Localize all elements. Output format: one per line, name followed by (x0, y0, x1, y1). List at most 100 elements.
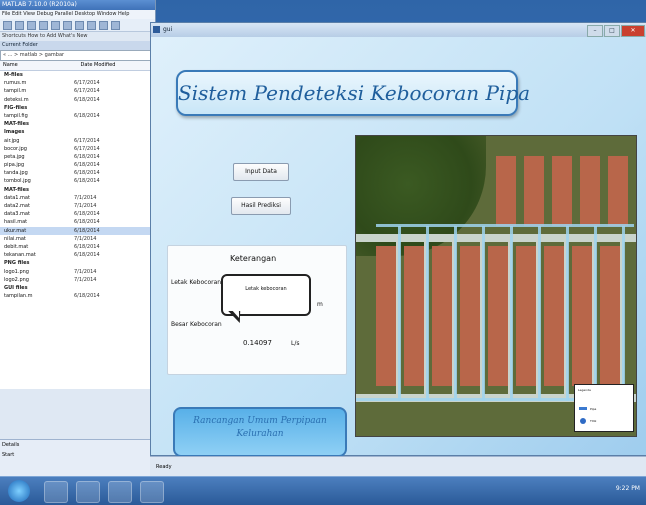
file-row[interactable]: ukur.mat 6/18/2014 (0, 226, 155, 235)
house-block (376, 246, 396, 386)
close-icon[interactable]: ✕ (621, 25, 645, 37)
file-row[interactable]: hasil.mat 6/18/2014 (0, 218, 155, 226)
column-name[interactable]: Name (0, 61, 78, 70)
pipe-network-map: Legenda Pipa Titik (355, 135, 637, 437)
letak-unit-label: m (317, 301, 323, 308)
file-row[interactable]: tampil.m 6/17/2014 (0, 87, 155, 95)
file-name: deteksi.m (4, 96, 29, 103)
file-name: tampilan.m (4, 293, 33, 300)
file-row[interactable]: data3.mat 6/18/2014 (0, 210, 155, 218)
pipe-line (538, 226, 541, 401)
pipe-line (510, 226, 513, 401)
file-row[interactable]: logo2.png 7/1/2014 (0, 276, 155, 284)
file-list-header: Name Date Modified (0, 61, 155, 71)
besar-kebocoran-value: 0.14097 (243, 339, 272, 347)
minimize-icon[interactable]: – (587, 25, 603, 37)
file-group-header[interactable]: GUI files (0, 284, 155, 292)
house-block (572, 246, 592, 386)
file-group-header[interactable]: FIG-files (0, 104, 155, 112)
file-row[interactable]: debit.mat 6/18/2014 (0, 243, 155, 251)
ide-title: MATLAB 7.10.0 (R2010a) (0, 0, 155, 10)
file-group-header[interactable]: Images (0, 128, 155, 136)
file-date: 6/18/2014 (74, 170, 100, 177)
file-name: bocor.jpg (4, 145, 27, 152)
pipe-line (594, 226, 597, 401)
explorer-taskbar-icon[interactable] (44, 481, 68, 503)
file-row[interactable]: data2.mat 7/1/2014 (0, 202, 155, 210)
shortcuts-bar[interactable]: Shortcuts How to Add What's New (0, 32, 155, 41)
file-row[interactable]: data1.mat 7/1/2014 (0, 194, 155, 202)
input-data-button[interactable]: Input Data (233, 163, 289, 181)
taskbar: 9:22 PM (0, 476, 646, 505)
file-row[interactable]: air.jpg 6/17/2014 (0, 137, 155, 145)
house-block (432, 246, 452, 386)
gui-window: gui – □ ✕ Sistem Pendeteksi Kebocoran Pi… (150, 22, 646, 457)
browser-taskbar-icon[interactable] (76, 481, 100, 503)
house-block (524, 156, 544, 226)
new-file-icon[interactable] (3, 20, 12, 30)
status-bar: Ready (150, 456, 646, 477)
pipe-line (454, 226, 457, 401)
file-name: debit.mat (4, 243, 29, 250)
file-row[interactable]: peta.jpg 6/18/2014 (0, 153, 155, 161)
cut-icon[interactable] (27, 20, 36, 30)
file-date: 6/18/2014 (74, 243, 100, 250)
file-date: 6/18/2014 (74, 96, 100, 103)
folder-address-bar[interactable]: « ... > matlab > gambar (0, 50, 155, 61)
file-group-header[interactable]: M-files (0, 71, 155, 79)
house-block (404, 246, 424, 386)
file-row[interactable]: tombol.jpg 6/18/2014 (0, 177, 155, 185)
file-name: data2.mat (4, 203, 30, 209)
gui-title: gui (163, 26, 173, 33)
pipe-line (482, 226, 485, 401)
matlab-taskbar-icon[interactable] (108, 481, 132, 503)
clock[interactable]: 9:22 PM (616, 485, 640, 492)
open-file-icon[interactable] (15, 20, 24, 30)
file-name: logo1.png (4, 268, 29, 275)
ide-menubar[interactable]: File Edit View Debug Parallel Desktop Wi… (0, 10, 155, 19)
figure-taskbar-icon[interactable] (140, 481, 164, 503)
undo-icon[interactable] (63, 20, 72, 30)
file-row[interactable]: tanda.jpg 6/18/2014 (0, 169, 155, 177)
file-group-header[interactable]: MAT-files (0, 120, 155, 128)
file-row[interactable]: rumus.m 6/17/2014 (0, 79, 155, 87)
help-icon[interactable] (111, 20, 120, 30)
redo-icon[interactable] (75, 20, 84, 30)
pipe-line (566, 226, 569, 401)
figure-icon (153, 26, 160, 33)
file-name: PNG files (4, 260, 30, 267)
file-group-header[interactable]: MAT-files (0, 186, 155, 194)
details-panel: Details Start (0, 439, 155, 476)
file-row[interactable]: nilai.mat 7/1/2014 (0, 235, 155, 243)
paste-icon[interactable] (51, 20, 60, 30)
file-group-header[interactable]: PNG files (0, 259, 155, 267)
house-block (460, 246, 480, 386)
legend-node-label: Titik (590, 419, 597, 423)
file-row[interactable]: pipa.jpg 6/18/2014 (0, 161, 155, 169)
file-date: 6/18/2014 (74, 211, 100, 218)
ide-window: MATLAB 7.10.0 (R2010a) File Edit View De… (0, 0, 156, 476)
file-row[interactable]: bocor.jpg 6/17/2014 (0, 145, 155, 153)
file-row[interactable]: tekanan.mat 6/18/2014 (0, 251, 155, 259)
legend-pipe-symbol (579, 407, 587, 410)
column-date[interactable]: Date Modified (78, 61, 156, 70)
copy-icon[interactable] (39, 20, 48, 30)
file-row[interactable]: logo1.png 7/1/2014 (0, 268, 155, 276)
maximize-icon[interactable]: □ (604, 25, 620, 37)
guide-icon[interactable] (99, 20, 108, 30)
file-row[interactable]: tampil.fig 6/18/2014 (0, 112, 155, 120)
page-title: Sistem Pendeteksi Kebocoran Pipa (178, 81, 531, 105)
hasil-prediksi-button[interactable]: Hasil Prediksi (231, 197, 291, 215)
start-button[interactable]: Start (0, 450, 155, 460)
house-block (580, 156, 600, 226)
bottom-banner: Rancangan Umum Perpipaan Kelurahan (173, 407, 347, 457)
simulink-icon[interactable] (87, 20, 96, 30)
file-name: logo2.png (4, 276, 29, 283)
file-date (74, 259, 155, 267)
file-row[interactable]: deteksi.m 6/18/2014 (0, 96, 155, 104)
house-block (488, 246, 508, 386)
file-row[interactable]: tampilan.m 6/18/2014 (0, 292, 155, 300)
start-orb-icon[interactable] (8, 480, 30, 502)
file-name: peta.jpg (4, 153, 25, 160)
file-date: 6/18/2014 (74, 293, 100, 300)
